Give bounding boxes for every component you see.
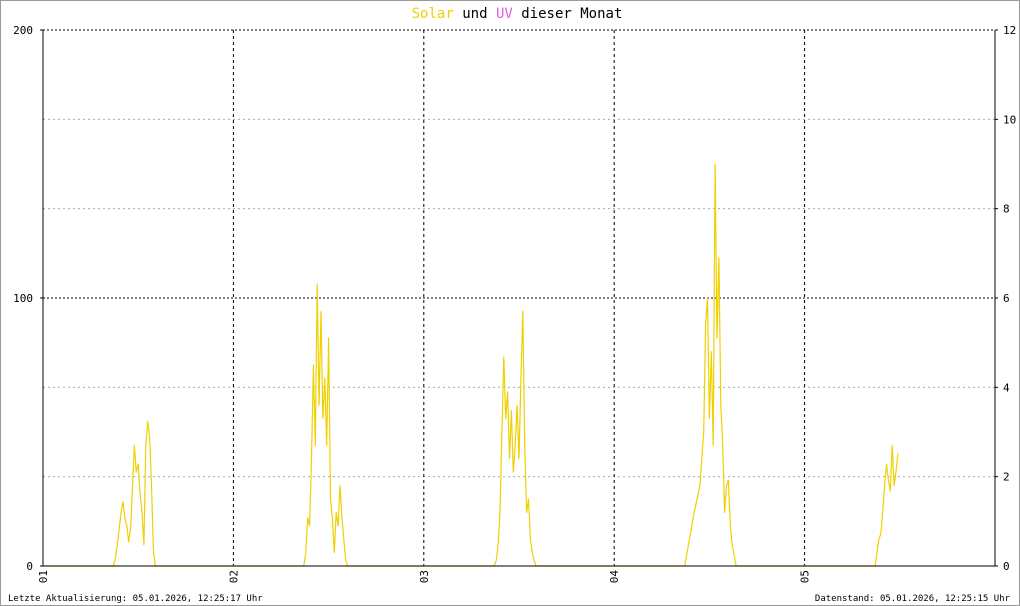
left-tick-label: 200: [13, 24, 33, 37]
x-tick-label: 03: [418, 570, 431, 583]
right-tick-label: 12: [1003, 24, 1016, 37]
chart-title: Solar und UV dieser Monat: [412, 6, 623, 22]
right-tick-label: 4: [1003, 381, 1010, 394]
title-uv: UV: [496, 6, 513, 22]
title-und: und: [454, 6, 496, 22]
x-tick-label: 04: [608, 570, 621, 584]
right-tick-label: 8: [1003, 203, 1010, 216]
left-tick-label: 0: [26, 560, 33, 573]
footer-data-status: Datenstand: 05.01.2026, 12:25:15 Uhr: [815, 594, 1011, 604]
title-solar: Solar: [412, 6, 454, 22]
x-tick-label: 02: [227, 570, 240, 583]
solar-uv-chart: 010020002468101201 02 03 04 05 Solar und UV …: [0, 0, 1020, 606]
left-tick-label: 100: [13, 292, 33, 305]
title-rest: dieser Monat: [513, 6, 623, 22]
right-tick-label: 6: [1003, 292, 1010, 305]
right-tick-label: 2: [1003, 471, 1010, 484]
x-tick-label: 01: [37, 570, 50, 583]
x-tick-label: 05: [799, 570, 812, 583]
right-tick-label: 10: [1003, 113, 1016, 126]
right-tick-label: 0: [1003, 560, 1010, 573]
footer-last-update: Letzte Aktualisierung: 05.01.2026, 12:25…: [8, 594, 263, 604]
chart-frame: [0, 0, 1020, 606]
